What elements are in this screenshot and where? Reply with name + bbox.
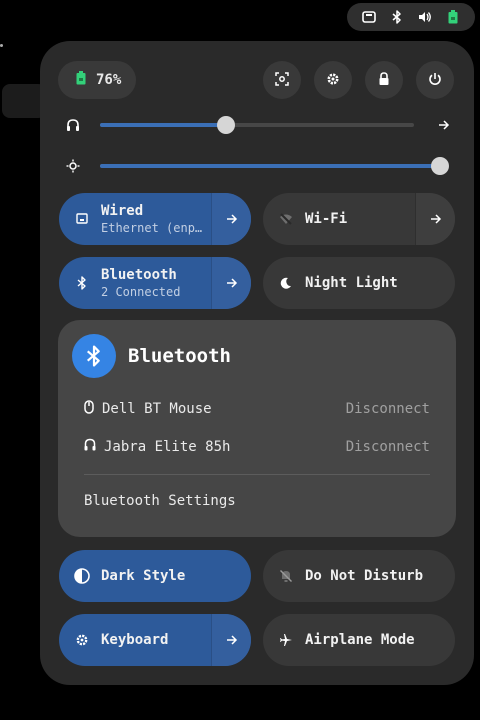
night-light-toggle[interactable]: Night Light [263,257,455,309]
screen-share-icon [360,8,378,26]
airplane-title: Airplane Mode [305,632,415,648]
bt-device-name: Jabra Elite 85h [104,439,231,455]
wired-menu-arrow[interactable] [211,193,251,245]
bluetooth-subtitle: 2 Connected [101,285,181,299]
battery-icon [444,8,462,26]
do-not-disturb-toggle[interactable]: Do Not Disturb [263,550,455,602]
wifi-disabled-icon [277,210,295,228]
airplane-mode-toggle[interactable]: Airplane Mode [263,614,455,666]
power-icon [428,71,442,90]
dark-style-icon [73,567,91,585]
audio-output-menu-arrow[interactable] [434,115,454,135]
bt-device-row[interactable]: Jabra Elite 85h Disconnect [84,435,430,459]
bt-device-name: Dell BT Mouse [102,401,212,417]
volume-slider-fill [100,123,226,127]
power-button[interactable] [416,61,454,99]
keyboard-toggle[interactable]: Keyboard [59,614,251,666]
lock-screen-button[interactable] [365,61,403,99]
bluetooth-toggle[interactable]: Bluetooth 2 Connected [59,257,251,309]
screenshot-icon [275,71,289,90]
headphones-icon[interactable] [60,112,86,138]
brightness-slider-fill [100,164,440,168]
bluetooth-icon [73,274,91,292]
dark-style-toggle[interactable]: Dark Style [59,550,251,602]
moon-icon [277,274,295,292]
wired-network-toggle[interactable]: Wired Ethernet (enp… [59,193,251,245]
disconnect-button[interactable]: Disconnect [346,401,430,417]
volume-slider[interactable] [100,116,414,134]
dnd-title: Do Not Disturb [305,568,424,584]
battery-status[interactable]: 76% [58,61,136,99]
keyboard-title: Keyboard [101,632,169,648]
wifi-title: Wi-Fi [305,211,348,227]
volume-slider-handle[interactable] [217,116,235,134]
keyboard-icon [73,631,91,649]
wifi-menu-arrow[interactable] [415,193,455,245]
quick-settings-panel: 76% Wired Ethernet (enp… Wi-Fi Bluetooth… [40,41,474,685]
disconnect-button[interactable]: Disconnect [346,439,430,455]
battery-icon [76,71,86,89]
brightness-slider-handle[interactable] [431,157,449,175]
wired-subtitle: Ethernet (enp… [101,221,203,235]
settings-button[interactable] [314,61,352,99]
ethernet-icon [73,210,91,228]
volume-icon [416,8,434,26]
bluetooth-menu-arrow[interactable] [211,257,251,309]
bluetooth-menu-title: Bluetooth [128,345,231,367]
settings-icon [326,71,340,90]
keyboard-menu-arrow[interactable] [211,614,251,666]
night-light-title: Night Light [305,275,398,291]
bluetooth-settings-link[interactable]: Bluetooth Settings [84,493,236,509]
battery-percent: 76% [96,72,122,88]
wired-title: Wired [101,203,144,219]
bluetooth-title: Bluetooth [101,267,177,283]
bluetooth-menu: Bluetooth Dell BT Mouse Disconnect Jabra… [58,320,456,537]
background-dot [0,44,3,47]
bluetooth-icon [72,334,116,378]
headset-icon [84,438,96,456]
mouse-icon [84,400,94,418]
airplane-icon [277,631,295,649]
lock-icon [378,71,390,90]
dark-style-title: Dark Style [101,568,186,584]
brightness-icon [60,153,86,179]
bt-device-row[interactable]: Dell BT Mouse Disconnect [84,397,430,421]
screenshot-button[interactable] [263,61,301,99]
top-bar-status-area[interactable] [347,3,475,31]
brightness-slider-row [60,153,454,179]
wifi-toggle[interactable]: Wi-Fi [263,193,455,245]
menu-separator [84,474,430,475]
volume-slider-row [60,112,454,138]
notifications-disabled-icon [277,567,295,585]
brightness-slider[interactable] [100,157,449,175]
bluetooth-icon [388,8,406,26]
